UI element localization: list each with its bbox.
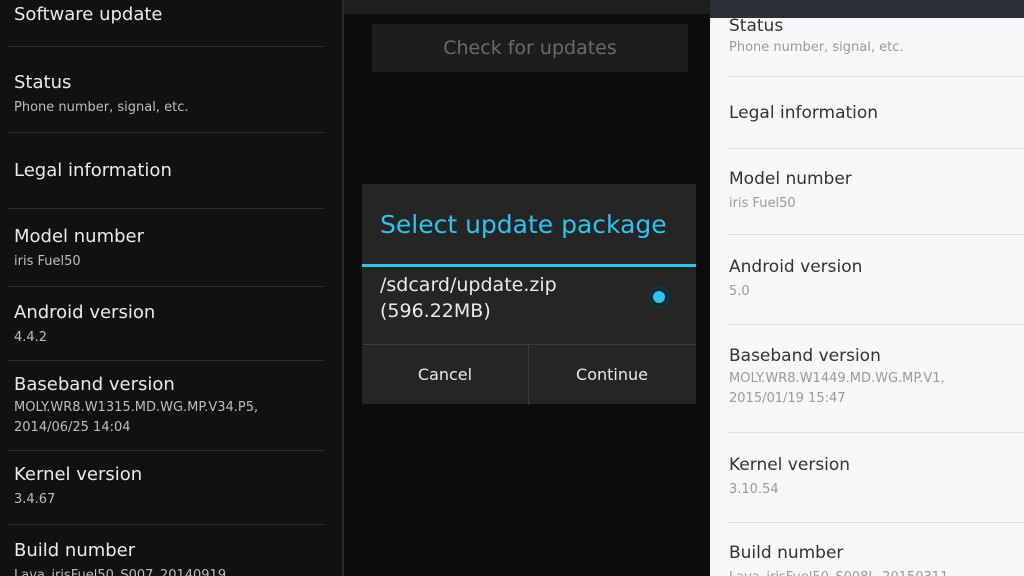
settings-list-right: Status Phone number, signal, etc. Legal … bbox=[710, 0, 1024, 576]
software-update-screen: Check for updates Select update package … bbox=[344, 0, 710, 576]
item-subtitle: 5.0 bbox=[729, 284, 750, 299]
list-item-model-number[interactable]: Model number iris Fuel50 bbox=[14, 226, 324, 272]
select-update-package-dialog: Select update package /sdcard/update.zip… bbox=[362, 184, 696, 405]
item-title: Baseband version bbox=[729, 346, 881, 366]
item-subtitle: iris Fuel50 bbox=[729, 196, 796, 211]
divider bbox=[728, 522, 1024, 523]
item-title: Baseband version bbox=[14, 374, 175, 395]
item-subtitle: Phone number, signal, etc. bbox=[729, 40, 904, 55]
option-path: /sdcard/update.zip bbox=[380, 274, 557, 296]
item-title: Status bbox=[14, 72, 72, 93]
item-subtitle: Phone number, signal, etc. bbox=[14, 100, 189, 115]
item-subtitle: Lava_irisFuel50_S007_20140919 bbox=[14, 568, 227, 576]
divider bbox=[8, 286, 324, 287]
item-title: Build number bbox=[729, 543, 844, 563]
item-subtitle: 3.10.54 bbox=[729, 482, 779, 497]
divider bbox=[8, 524, 324, 525]
list-item-baseband-version[interactable]: Baseband version MOLY.WR8.W1449.MD.WG.MP… bbox=[729, 345, 1006, 409]
divider bbox=[8, 46, 324, 47]
item-title: Kernel version bbox=[729, 455, 851, 475]
dialog-title-divider bbox=[362, 264, 696, 267]
item-title: Model number bbox=[729, 169, 852, 189]
item-subtitle: 3.4.67 bbox=[14, 492, 56, 507]
list-item-software-update[interactable]: Software update bbox=[14, 4, 324, 26]
dialog-title: Select update package bbox=[380, 210, 667, 239]
list-item-legal-information[interactable]: Legal information bbox=[729, 102, 1006, 124]
list-item-build-number[interactable]: Build number Lava_irisFuel50_S007_201409… bbox=[14, 540, 324, 576]
item-subtitle: MOLY.WR8.W1315.MD.WG.MP.V34.P5, bbox=[14, 400, 259, 415]
item-title: Android version bbox=[729, 257, 863, 277]
settings-list-left: Software update Status Phone number, sig… bbox=[0, 0, 342, 576]
divider bbox=[8, 450, 324, 451]
list-item-baseband-version[interactable]: Baseband version MOLY.WR8.W1315.MD.WG.MP… bbox=[14, 374, 324, 438]
divider bbox=[8, 360, 324, 361]
option-size: (596.22MB) bbox=[380, 300, 491, 322]
action-bar bbox=[344, 0, 710, 14]
list-item-build-number[interactable]: Build number Lava_irisFuel50_S008L_20150… bbox=[729, 542, 1006, 576]
divider bbox=[728, 324, 1024, 325]
item-subtitle-line2: 2015/01/19 15:47 bbox=[729, 391, 846, 406]
list-item-android-version[interactable]: Android version 4.4.2 bbox=[14, 302, 324, 348]
item-title: Legal information bbox=[14, 160, 172, 181]
item-subtitle: MOLY.WR8.W1449.MD.WG.MP.V1, bbox=[729, 371, 945, 386]
list-item-android-version[interactable]: Android version 5.0 bbox=[729, 256, 1006, 302]
radio-selected-icon[interactable] bbox=[648, 286, 670, 308]
divider bbox=[728, 76, 1024, 77]
list-item-kernel-version[interactable]: Kernel version 3.10.54 bbox=[729, 454, 1006, 500]
divider bbox=[728, 148, 1024, 149]
list-item-status[interactable]: Status Phone number, signal, etc. bbox=[14, 72, 324, 118]
list-item-legal-information[interactable]: Legal information bbox=[14, 160, 324, 182]
list-item-kernel-version[interactable]: Kernel version 3.4.67 bbox=[14, 464, 324, 510]
divider bbox=[8, 132, 324, 133]
item-title: Legal information bbox=[729, 103, 879, 123]
list-item-status[interactable]: Status Phone number, signal, etc. bbox=[729, 16, 1006, 58]
divider bbox=[728, 432, 1024, 433]
divider bbox=[728, 234, 1024, 235]
item-title: Build number bbox=[14, 540, 136, 561]
item-title: Software update bbox=[14, 4, 163, 25]
divider bbox=[8, 208, 324, 209]
continue-button[interactable]: Continue bbox=[529, 345, 695, 405]
item-subtitle: Lava_irisFuel50_S008L_20150311 bbox=[729, 568, 1006, 576]
item-subtitle-line2: 2014/06/25 14:04 bbox=[14, 420, 131, 435]
item-subtitle: 4.4.2 bbox=[14, 330, 48, 345]
item-title: Model number bbox=[14, 226, 145, 247]
item-subtitle: iris Fuel50 bbox=[14, 254, 81, 269]
cancel-button[interactable]: Cancel bbox=[362, 345, 529, 405]
item-title: Android version bbox=[14, 302, 156, 323]
item-title: Kernel version bbox=[14, 464, 143, 485]
list-item-model-number[interactable]: Model number iris Fuel50 bbox=[729, 168, 1006, 214]
dialog-button-row: Cancel Continue bbox=[362, 344, 696, 405]
check-for-updates-button[interactable]: Check for updates bbox=[372, 24, 688, 72]
item-title: Status bbox=[729, 16, 784, 36]
update-package-option[interactable]: /sdcard/update.zip (596.22MB) bbox=[380, 272, 557, 324]
